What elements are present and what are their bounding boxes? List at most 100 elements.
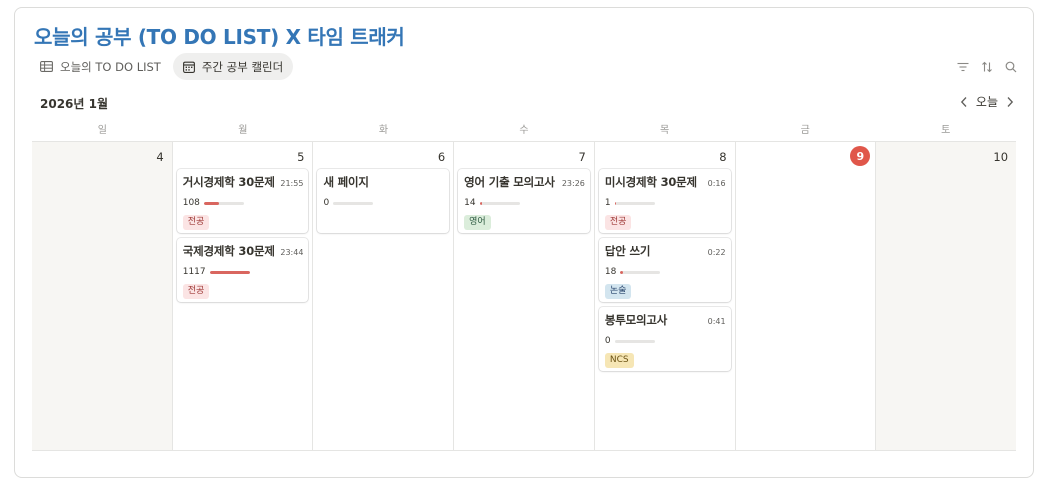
tab-todo-list[interactable]: 오늘의 TO DO LIST <box>32 53 169 80</box>
search-icon[interactable] <box>1004 60 1018 74</box>
card-title: 봉투모의고사 <box>604 313 668 327</box>
day-number: 7 <box>578 150 586 164</box>
weekday-label: 월 <box>238 125 248 136</box>
card-time: 0:16 <box>707 179 726 188</box>
day-number: 5 <box>297 150 305 164</box>
card-progress: 0 <box>323 197 444 209</box>
event-card[interactable]: 국제경제학 30문제 23:44 1117 전공 <box>176 238 309 302</box>
database-title[interactable]: 오늘의 공부 (TO DO LIST) X 타임 트래커 <box>34 21 405 50</box>
calendar-week-grid: 4 5 거시경제학 30문제 21:55 108 전공 국제경제학 30문제 23:44 111… <box>32 141 1017 451</box>
card-progress: 14 <box>464 197 585 209</box>
weekday-label: 일 <box>97 125 107 136</box>
card-header: 새 페이지 <box>323 174 444 190</box>
card-title: 국제경제학 30문제 <box>182 244 275 258</box>
progress-bar <box>620 270 661 274</box>
progress-bar-fill <box>620 270 623 274</box>
today-button[interactable]: 오늘 <box>976 93 998 110</box>
card-count: 18 <box>604 267 617 277</box>
day-number: 10 <box>993 150 1009 164</box>
card-title: 거시경제학 30문제 <box>182 175 275 189</box>
filter-icon[interactable] <box>956 60 970 74</box>
card-time: 0:41 <box>707 317 726 326</box>
subject-tag: 전공 <box>604 215 632 230</box>
chevron-left-icon[interactable] <box>960 96 968 108</box>
day-cards: 새 페이지 0 <box>317 169 450 233</box>
card-header: 답안 쓰기 0:22 <box>605 243 726 259</box>
event-card[interactable]: 영어 기출 모의고사 23:26 14 영어 <box>458 169 590 233</box>
tab-todo-list-label: 오늘의 TO DO LIST <box>60 59 161 74</box>
day-number: 6 <box>437 150 446 164</box>
card-progress: 108 <box>183 197 304 209</box>
tab-weekly-calendar-label: 주간 공부 캘린더 <box>201 59 284 74</box>
progress-bar <box>479 201 520 205</box>
day-number: 8 <box>719 150 727 164</box>
event-card[interactable]: 거시경제학 30문제 21:55 108 전공 <box>176 169 309 233</box>
subject-tag: 영어 <box>464 215 491 230</box>
progress-bar <box>614 201 655 205</box>
toolbar <box>956 60 1018 74</box>
weekday-header: 일월화수목금토 <box>32 121 1016 137</box>
day-cell[interactable]: 5 거시경제학 30문제 21:55 108 전공 국제경제학 30문제 23:44 1117… <box>172 142 314 450</box>
weekday-label: 목 <box>660 125 670 136</box>
calendar-nav: 오늘 <box>960 93 1014 110</box>
subject-tag: 전공 <box>182 215 210 230</box>
day-cell[interactable]: 7 영어 기출 모의고사 23:26 14 영어 <box>454 142 595 450</box>
event-card[interactable]: 새 페이지 0 <box>317 169 450 233</box>
day-cell[interactable]: 4 <box>32 142 173 450</box>
event-card[interactable]: 봉투모의고사 0:41 0 NCS <box>598 307 731 371</box>
weekday-label: 금 <box>800 125 810 136</box>
card-time: 21:55 <box>280 179 304 188</box>
card-count: 1117 <box>182 267 206 277</box>
day-cards: 영어 기출 모의고사 23:26 14 영어 <box>458 169 590 233</box>
day-cell[interactable]: 6 새 페이지 0 <box>313 142 455 450</box>
progress-bar <box>333 201 374 205</box>
day-cell[interactable]: 10 <box>876 142 1017 450</box>
card-count: 1 <box>604 198 611 208</box>
card-title: 영어 기출 모의고사 <box>464 175 555 189</box>
weekday-label: 화 <box>378 125 389 136</box>
progress-bar-fill <box>203 201 220 205</box>
card-progress: 1 <box>605 197 726 209</box>
progress-bar-fill <box>209 270 250 274</box>
subject-tag: 논술 <box>604 284 632 299</box>
weekday-label: 토 <box>941 125 951 136</box>
card-progress: 0 <box>605 335 726 347</box>
event-card[interactable]: 답안 쓰기 0:22 18 논술 <box>598 238 731 302</box>
progress-bar <box>209 270 250 274</box>
day-cell[interactable]: 8 미시경제학 30문제 0:16 1 전공답안 쓰기 0:22 18 논술봉투모의고사 0:4… <box>594 142 736 450</box>
card-time: 23:26 <box>561 179 585 188</box>
card-time: 23:44 <box>280 248 304 257</box>
card-header: 미시경제학 30문제 0:16 <box>605 174 726 190</box>
progress-bar <box>614 339 655 343</box>
tab-weekly-calendar[interactable]: 주간 공부 캘린더 <box>172 53 294 80</box>
progress-bar-fill <box>479 201 482 205</box>
card-title: 새 페이지 <box>323 175 369 189</box>
card-count: 0 <box>323 198 330 208</box>
view-tabs: 오늘의 TO DO LIST 주간 공부 캘린더 <box>32 53 294 80</box>
event-card[interactable]: 미시경제학 30문제 0:16 1 전공 <box>598 169 731 233</box>
day-number: 4 <box>156 150 164 164</box>
sort-icon[interactable] <box>980 60 994 74</box>
card-count: 0 <box>604 336 611 346</box>
card-progress: 18 <box>605 266 726 278</box>
chevron-right-icon[interactable] <box>1006 96 1014 108</box>
day-cards: 거시경제학 30문제 21:55 108 전공 국제경제학 30문제 23:44 1117 전… <box>176 169 309 302</box>
weekday-label: 수 <box>519 125 529 136</box>
calendar-icon <box>182 61 195 73</box>
card-time: 0:22 <box>707 248 726 257</box>
day-cell[interactable]: 9 <box>735 142 877 450</box>
calendar-month-label: 2026년 1월 <box>40 97 109 111</box>
progress-bar-fill <box>614 201 616 205</box>
subject-tag: 전공 <box>182 284 210 299</box>
card-title: 답안 쓰기 <box>604 244 651 258</box>
card-header: 봉투모의고사 0:41 <box>605 312 726 328</box>
card-progress: 1117 <box>183 266 304 278</box>
card-header: 국제경제학 30문제 23:44 <box>183 243 304 259</box>
card-header: 거시경제학 30문제 21:55 <box>183 174 304 190</box>
table-icon <box>40 61 53 72</box>
today-date-badge: 9 <box>850 146 871 166</box>
card-header: 영어 기출 모의고사 23:26 <box>464 174 585 190</box>
day-cards: 미시경제학 30문제 0:16 1 전공답안 쓰기 0:22 18 논술봉투모의고사 0:41… <box>598 169 731 371</box>
card-count: 108 <box>182 198 200 208</box>
progress-bar <box>203 201 244 205</box>
